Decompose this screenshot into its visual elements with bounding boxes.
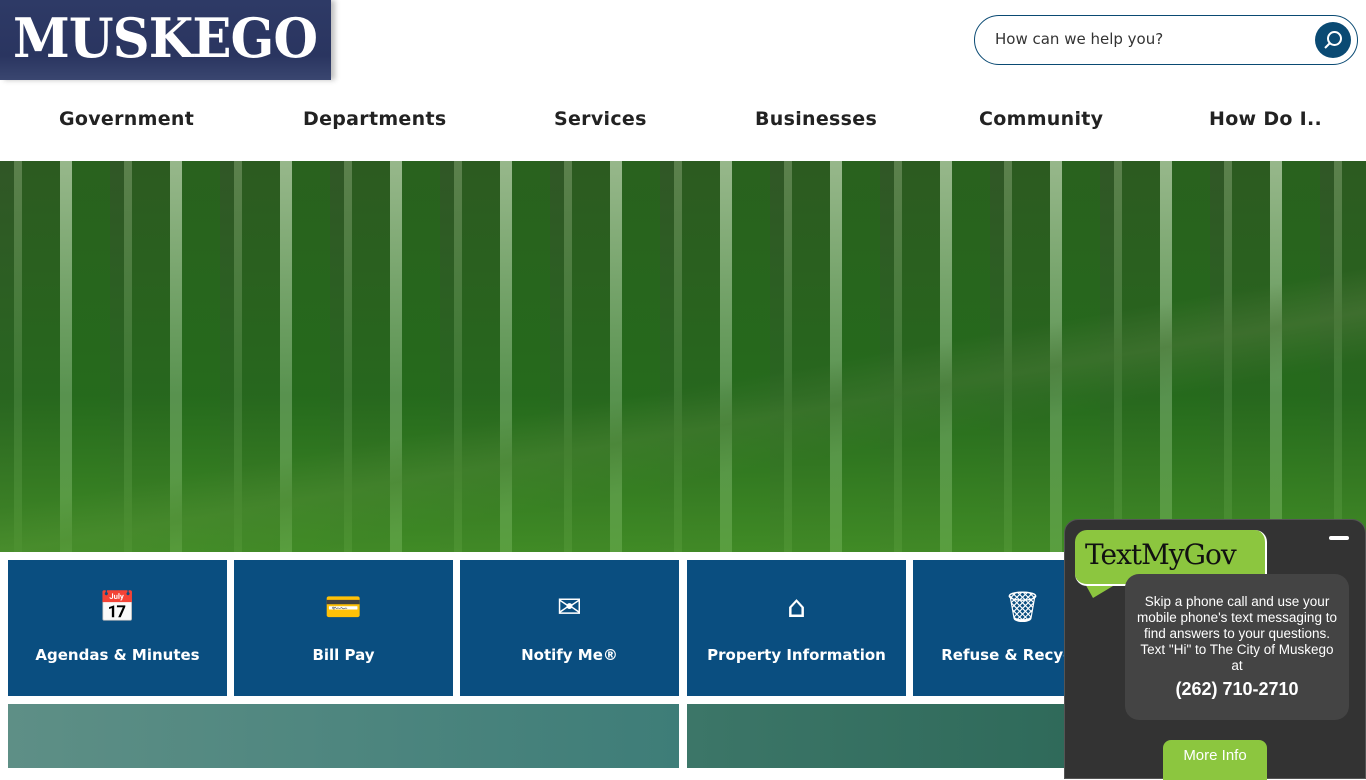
main-nav: Government Departments Services Business… — [0, 80, 1366, 161]
phone-number: (262) 710-2710 — [1175, 679, 1299, 699]
nav-how-do-i[interactable]: How Do I.. — [1209, 108, 1322, 130]
message-text: Skip a phone call and use your mobile ph… — [1137, 594, 1337, 673]
house-icon: ⌂ — [786, 590, 807, 625]
feature-image-left[interactable] — [8, 704, 679, 768]
hero-image-forest-boardwalk — [0, 161, 1366, 552]
envelope-icon: ✉ — [556, 590, 583, 625]
textmygov-title: TextMyGov — [1085, 538, 1237, 571]
logo-text: MUSKEGO — [13, 6, 318, 70]
credit-card-icon: 💳 — [324, 590, 363, 625]
nav-services[interactable]: Services — [554, 108, 647, 130]
search-button[interactable] — [1315, 22, 1351, 58]
calendar-clock-icon: 📅 — [98, 590, 137, 625]
textmygov-widget: TextMyGov Skip a phone call and use your… — [1064, 519, 1366, 780]
minimize-button[interactable] — [1329, 536, 1349, 540]
more-info-button[interactable]: More Info — [1163, 740, 1267, 780]
nav-businesses[interactable]: Businesses — [755, 108, 877, 130]
feature-image-right[interactable] — [687, 704, 1067, 768]
tile-notify-me[interactable]: ✉ Notify Me® — [460, 560, 679, 696]
search-input[interactable] — [995, 30, 1295, 48]
nav-community[interactable]: Community — [979, 108, 1103, 130]
search-icon — [1324, 31, 1342, 49]
search-box — [974, 15, 1358, 65]
nav-government[interactable]: Government — [59, 108, 194, 130]
tile-property-information[interactable]: ⌂ Property Information — [687, 560, 906, 696]
muskego-logo[interactable]: MUSKEGO — [0, 0, 331, 80]
textmygov-message: Skip a phone call and use your mobile ph… — [1125, 574, 1349, 720]
tile-agendas-minutes[interactable]: 📅 Agendas & Minutes — [8, 560, 227, 696]
nav-departments[interactable]: Departments — [303, 108, 446, 130]
tile-bill-pay[interactable]: 💳 Bill Pay — [234, 560, 453, 696]
